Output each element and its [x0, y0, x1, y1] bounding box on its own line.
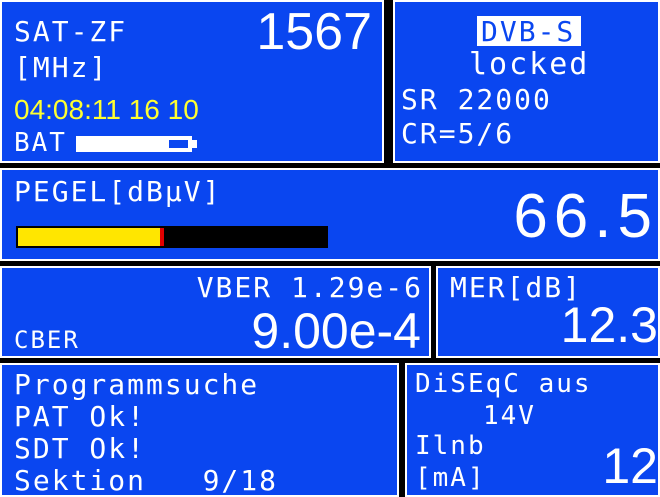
battery-label: BAT [14, 128, 67, 158]
level-panel: PEGEL[dBµV] 66.5 [0, 168, 660, 261]
vber-value: VBER 1.29e-6 [196, 271, 423, 304]
datetime: 04:08:11 16 10 [14, 94, 199, 125]
battery-bar [76, 136, 192, 152]
sat-if-label: SAT-ZF [14, 15, 128, 48]
battery-cap [192, 140, 197, 148]
lnb-panel: DiSEqC aus 14V Ilnb [mA] 12 [405, 363, 660, 497]
sdt-status: SDT Ok! [14, 432, 147, 465]
dvb-panel: DVB-S locked SR 22000 CR=5/6 [393, 0, 660, 163]
mer-panel: MER[dB] 12.3 [436, 266, 660, 358]
pat-status: PAT Ok! [14, 400, 147, 433]
program-search-panel: Programmsuche PAT Ok! SDT Ok! Sektion 9/… [0, 363, 399, 497]
lnb-current-unit: [mA] [415, 463, 486, 493]
search-title: Programmsuche [14, 368, 260, 401]
sat-if-panel: SAT-ZF [MHz] 1567 04:08:11 16 10 BAT [0, 0, 384, 163]
cber-value: 9.00e-4 [251, 303, 421, 358]
lnb-current-label: Ilnb [415, 431, 486, 461]
cber-label: CBER [14, 326, 80, 354]
dvb-standard-badge: DVB-S [477, 16, 582, 46]
level-label: PEGEL[dBµV] [14, 175, 222, 208]
frequency-unit: [MHz] [14, 51, 109, 84]
code-rate: CR=5/6 [401, 117, 515, 150]
frequency-value: 1567 [256, 3, 372, 61]
lnb-voltage: 14V [483, 401, 536, 431]
diseqc-status: DiSEqC aus [415, 369, 592, 399]
lnb-current-value: 12 [602, 438, 658, 494]
ber-panel: VBER 1.29e-6 CBER 9.00e-4 [0, 266, 431, 358]
lock-status: locked [469, 47, 590, 82]
level-peak-marker [159, 228, 164, 246]
level-bar [16, 226, 328, 248]
level-value: 66.5 [513, 182, 658, 251]
battery-empty [169, 140, 188, 148]
level-bar-empty [159, 228, 326, 246]
mer-value: 12.3 [560, 297, 658, 353]
section-counter: Sektion 9/18 [14, 464, 279, 497]
symbol-rate: SR 22000 [401, 83, 552, 116]
